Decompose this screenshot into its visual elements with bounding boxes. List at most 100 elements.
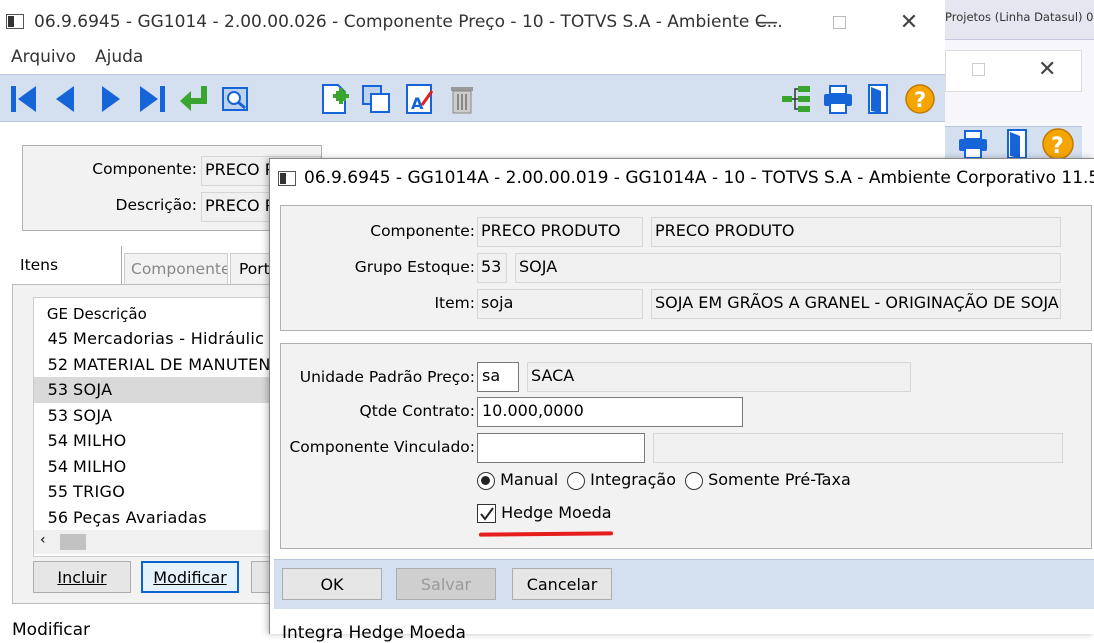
tab-componentes[interactable]: Componentes [124,253,228,285]
radio-integracao-icon[interactable] [567,471,585,490]
row-descricao: SOJA [73,405,113,425]
salvar-button[interactable]: Salvar [396,568,496,600]
tab-content: GE Descrição 45 Mercadorias - Hidráulic 52… [12,284,283,604]
search-icon[interactable] [220,83,252,115]
bg-window-title: Projetos (Linha Datasul) 06 [945,10,1094,24]
horizontal-scrollbar[interactable]: ‹ [34,530,282,554]
dlg-grupo-code: 53 [477,253,507,283]
qtde-input[interactable]: 10.000,0000 [477,397,743,427]
dlg-grupo-label: Grupo Estoque: [354,258,475,276]
list-header: GE Descrição [34,301,282,327]
hedge-moeda-label: Hedge Moeda [501,503,612,522]
tab-itens[interactable]: Itens [12,246,122,284]
row-ge: 55 [47,482,68,502]
row-ge: 53 [47,380,68,400]
minimize-button[interactable]: — [744,0,790,44]
checkbox-checked-icon[interactable] [477,504,496,523]
close-button[interactable]: ✕ [886,0,932,44]
print-icon[interactable] [822,83,854,115]
dlg-item-desc: SOJA EM GRÃOS A GRANEL - ORIGINAÇÃO DE S… [651,289,1061,319]
goto-icon[interactable] [178,83,210,115]
table-row[interactable]: 54 MILHO [34,454,282,480]
dlg-grupo-desc: SOJA [515,253,1061,283]
table-row[interactable]: 52 MATERIAL DE MANUTEN [34,352,282,378]
row-ge: 53 [47,405,68,425]
dialog-title: 06.9.6945 - GG1014A - 2.00.00.019 - GG10… [304,168,1094,188]
radio-manual-icon[interactable] [477,471,495,490]
menu-arquivo[interactable]: Arquivo [11,47,76,67]
red-underline-annotation [478,531,614,537]
table-row[interactable]: 45 Mercadorias - Hidráulic [34,326,282,352]
dialog-status-bar: Integra Hedge Moeda [282,623,466,643]
componente-label: Componente: [92,160,197,178]
unidade-input[interactable]: sa [477,362,519,392]
row-ge: 56 [47,507,68,527]
incluir-button[interactable]: Incluir [33,561,131,593]
dlg-componente-code: PRECO PRODUTO [477,217,643,247]
table-row[interactable]: 54 MILHO [34,428,282,454]
radio-somente-pre-taxa[interactable]: Somente Pré-Taxa [685,470,851,490]
dialog-titlebar: 06.9.6945 - GG1014A - 2.00.00.019 - GG10… [270,159,1094,199]
last-record-icon[interactable] [136,83,168,115]
unidade-label: Unidade Padrão Preço: [299,368,475,386]
edit-record-icon[interactable]: A [404,83,436,115]
vinculado-input[interactable] [477,433,645,463]
row-descricao: Peças Avariadas [73,507,207,527]
radio-somente-label: Somente Pré-Taxa [708,470,851,489]
new-record-icon[interactable] [318,83,350,115]
radio-manual-label: Manual [500,470,559,489]
table-row[interactable]: 55 TRIGO [34,479,282,505]
menu-ajuda[interactable]: Ajuda [95,47,143,67]
first-record-icon[interactable] [8,83,40,115]
row-ge: 52 [47,354,68,374]
menu-bar: Arquivo Ajuda [0,44,945,72]
help-icon[interactable]: ? [904,83,936,115]
items-list: GE Descrição 45 Mercadorias - Hidráulic 52… [33,297,283,557]
ok-button[interactable]: OK [282,568,382,600]
unidade-desc: SACA [527,362,911,392]
dialog-app-icon [278,171,296,186]
bg-window-controls: ✕ [945,50,1082,92]
main-titlebar: 06.9.6945 - GG1014 - 2.00.00.026 - Compo… [0,0,945,44]
tree-icon[interactable] [780,83,812,115]
list-header-descricao: Descrição [73,304,147,323]
row-descricao: MILHO [73,431,127,451]
cancelar-button[interactable]: Cancelar [512,568,612,600]
table-row[interactable]: 53 SOJA [34,377,282,403]
main-window-title: 06.9.6945 - GG1014 - 2.00.00.026 - Compo… [34,12,783,32]
scroll-thumb[interactable] [60,534,86,550]
list-header-ge: GE [46,304,68,323]
radio-manual[interactable]: Manual [477,470,558,490]
radio-integracao[interactable]: Integração [567,470,676,490]
scroll-left-icon[interactable]: ‹ [40,532,46,548]
dlg-componente-label: Componente: [370,222,475,240]
hedge-moeda-checkbox[interactable]: Hedge Moeda [477,503,612,523]
radio-integracao-label: Integração [590,470,676,489]
table-row[interactable]: 56 Peças Avariadas [34,505,282,531]
qtde-label: Qtde Contrato: [359,402,475,420]
next-record-icon[interactable] [94,83,126,115]
bg-close-button[interactable]: ✕ [1038,57,1056,82]
svg-text:?: ? [1051,134,1064,159]
dlg-item-code: soja [477,289,643,319]
main-status-bar: Modificar [12,620,91,640]
bg-window: Projetos (Linha Datasul) 06 ✕ ? [945,0,1094,160]
svg-text:?: ? [914,88,926,112]
dialog-window: 06.9.6945 - GG1014A - 2.00.00.019 - GG10… [269,158,1094,643]
table-row[interactable]: 53 SOJA [34,403,282,429]
previous-record-icon[interactable] [50,83,82,115]
dlg-item-label: Item: [434,294,475,312]
row-descricao: TRIGO [73,482,126,502]
bg-toolbar: ? [945,126,1082,160]
radio-somente-icon[interactable] [685,471,703,490]
main-toolbar: A ? [0,74,945,122]
dialog-info-panel: Componente: PRECO PRODUTO PRECO PRODUTO … [280,205,1092,331]
row-descricao: MATERIAL DE MANUTEN [73,354,271,374]
maximize-button[interactable] [816,0,862,44]
modificar-button[interactable]: Modificar [141,561,239,593]
row-descricao: MILHO [73,456,127,476]
delete-record-icon[interactable] [446,83,478,115]
bg-maximize-button[interactable] [972,63,985,76]
copy-record-icon[interactable] [360,83,392,115]
exit-door-icon[interactable] [862,83,894,115]
